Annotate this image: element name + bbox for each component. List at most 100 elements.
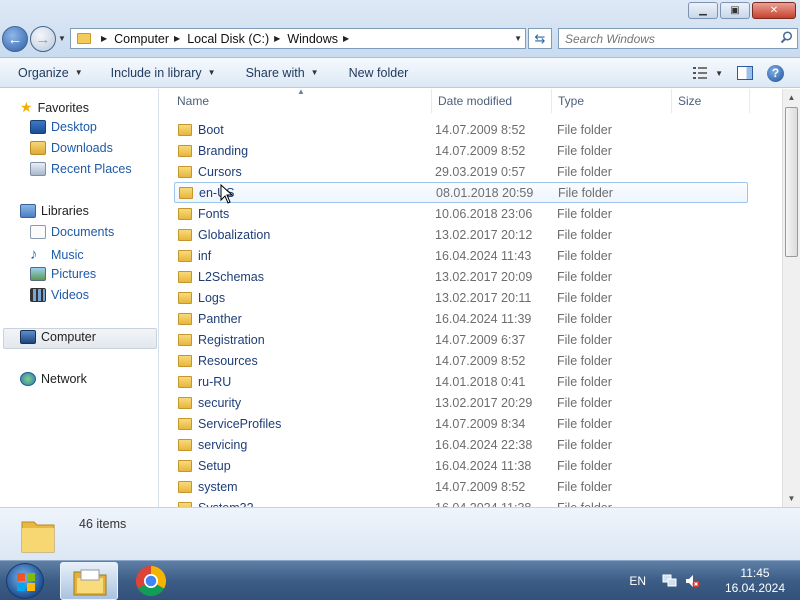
- table-row[interactable]: Fonts 10.06.2018 23:06 File folder: [174, 203, 748, 224]
- nav-network-label: Network: [41, 372, 87, 386]
- back-button[interactable]: ←: [2, 26, 28, 52]
- table-row[interactable]: inf 16.04.2024 11:43 File folder: [174, 245, 748, 266]
- table-row[interactable]: Registration 14.07.2009 6:37 File folder: [174, 329, 748, 350]
- views-dropdown-icon[interactable]: ▼: [715, 69, 723, 78]
- start-button[interactable]: [6, 563, 44, 599]
- column-header-name[interactable]: ▲ Name: [160, 89, 432, 113]
- table-row[interactable]: servicing 16.04.2024 22:38 File folder: [174, 434, 748, 455]
- nav-libraries[interactable]: Libraries: [20, 204, 89, 218]
- recent-pages-dropdown[interactable]: ▼: [58, 34, 66, 43]
- table-row[interactable]: Setup 16.04.2024 11:38 File folder: [174, 455, 748, 476]
- scroll-down-button[interactable]: ▼: [783, 490, 800, 507]
- folder-icon: [178, 249, 192, 262]
- file-date-modified: 13.02.2017 20:09: [435, 269, 533, 284]
- folder-icon: [178, 312, 192, 325]
- breadcrumb-local-disk[interactable]: Local Disk (C:): [187, 32, 269, 46]
- chevron-right-icon[interactable]: ▶: [274, 34, 280, 43]
- vertical-scrollbar[interactable]: ▲ ▼: [782, 89, 800, 507]
- chevron-right-icon[interactable]: ▶: [101, 34, 107, 43]
- table-row[interactable]: Resources 14.07.2009 8:52 File folder: [174, 350, 748, 371]
- table-row[interactable]: Logs 13.02.2017 20:11 File folder: [174, 287, 748, 308]
- volume-muted-icon[interactable]: [684, 574, 700, 588]
- sort-ascending-icon: ▲: [297, 89, 305, 96]
- clock[interactable]: 11:45 16.04.2024: [718, 566, 792, 596]
- file-name: Fonts: [198, 206, 230, 221]
- file-type: File folder: [557, 164, 612, 179]
- column-header-date[interactable]: Date modified: [432, 89, 552, 113]
- file-type: File folder: [557, 269, 612, 284]
- nav-videos[interactable]: Videos: [30, 288, 89, 302]
- nav-desktop[interactable]: Desktop: [30, 120, 97, 134]
- refresh-button[interactable]: ⇆: [528, 28, 552, 49]
- table-row[interactable]: system 14.07.2009 8:52 File folder: [174, 476, 748, 497]
- table-row[interactable]: Globalization 13.02.2017 20:12 File folder: [174, 224, 748, 245]
- taskbar-explorer-button[interactable]: [60, 562, 118, 600]
- new-folder-button[interactable]: New folder: [349, 66, 409, 80]
- folder-icon: [178, 354, 192, 367]
- breadcrumb-computer[interactable]: Computer: [114, 32, 169, 46]
- scroll-up-button[interactable]: ▲: [783, 89, 800, 106]
- address-bar[interactable]: ▶ Computer ▶ Local Disk (C:) ▶ Windows ▶…: [70, 28, 526, 49]
- include-in-library-menu[interactable]: Include in library ▼: [111, 66, 216, 80]
- table-row[interactable]: ServiceProfiles 14.07.2009 8:34 File folde…: [174, 413, 748, 434]
- file-name: ServiceProfiles: [198, 416, 282, 431]
- file-name: Globalization: [198, 227, 271, 242]
- chevron-down-icon: ▼: [310, 68, 319, 77]
- nav-favorites-label: Favorites: [37, 100, 89, 115]
- address-dropdown-icon[interactable]: ▼: [514, 34, 522, 43]
- preview-pane-icon[interactable]: [737, 66, 753, 80]
- nav-music[interactable]: ♪ Music: [30, 246, 84, 263]
- nav-documents[interactable]: Documents: [30, 225, 114, 239]
- windows-explorer-icon: [73, 569, 107, 596]
- recent-places-icon: [30, 162, 46, 176]
- column-date-label: Date modified: [438, 94, 513, 108]
- title-bar: ▁ ▣ ✕ ← → ▼ ▶ Computer ▶ Local Disk (C:)…: [0, 0, 800, 58]
- language-indicator[interactable]: EN: [629, 574, 646, 588]
- search-icon[interactable]: [780, 31, 793, 44]
- libraries-icon: [20, 204, 36, 218]
- table-row[interactable]: Boot 14.07.2009 8:52 File folder: [174, 119, 748, 140]
- table-row[interactable]: en-US 08.01.2018 20:59 File folder: [174, 182, 748, 203]
- folder-icon: [178, 480, 192, 493]
- taskbar-chrome-button[interactable]: [122, 562, 180, 600]
- minimize-button[interactable]: ▁: [688, 2, 718, 19]
- search-box[interactable]: [558, 28, 798, 49]
- maximize-button[interactable]: ▣: [720, 2, 750, 19]
- table-row[interactable]: security 13.02.2017 20:29 File folder: [174, 392, 748, 413]
- folder-icon: [178, 270, 192, 283]
- close-button[interactable]: ✕: [752, 2, 796, 19]
- nav-recent-places[interactable]: Recent Places: [30, 162, 132, 176]
- nav-pictures-label: Pictures: [51, 267, 97, 281]
- change-view-icon[interactable]: [693, 67, 708, 79]
- table-row[interactable]: Panther 16.04.2024 11:39 File folder: [174, 308, 748, 329]
- chevron-right-icon[interactable]: ▶: [174, 34, 180, 43]
- window-controls: ▁ ▣ ✕: [688, 2, 796, 19]
- forward-button[interactable]: →: [30, 26, 56, 52]
- column-header-size[interactable]: Size: [672, 89, 750, 113]
- column-header-type[interactable]: Type: [552, 89, 672, 113]
- nav-favorites[interactable]: ★ Favorites: [20, 99, 89, 116]
- network-status-icon[interactable]: [662, 574, 678, 588]
- nav-network[interactable]: Network: [20, 372, 87, 386]
- nav-pictures[interactable]: Pictures: [30, 267, 96, 281]
- videos-icon: [30, 288, 46, 302]
- taskbar: EN 11:45 16.04.2024: [0, 560, 800, 600]
- table-row[interactable]: L2Schemas 13.02.2017 20:09 File folder: [174, 266, 748, 287]
- help-icon[interactable]: ?: [767, 64, 784, 82]
- folder-icon: [178, 417, 192, 430]
- table-row[interactable]: ru-RU 14.01.2018 0:41 File folder: [174, 371, 748, 392]
- organize-menu[interactable]: Organize ▼: [18, 66, 83, 80]
- navigation-pane: ★ Favorites Desktop Downloads Recent Pla…: [0, 89, 159, 507]
- search-input[interactable]: [559, 29, 769, 48]
- scrollbar-thumb[interactable]: [785, 107, 798, 257]
- file-type: File folder: [557, 332, 612, 347]
- table-row[interactable]: Cursors 29.03.2019 0:57 File folder: [174, 161, 748, 182]
- nav-computer[interactable]: Computer: [20, 330, 96, 344]
- nav-downloads[interactable]: Downloads: [30, 141, 113, 155]
- share-with-menu[interactable]: Share with ▼: [246, 66, 319, 80]
- table-row[interactable]: Branding 14.07.2009 8:52 File folder: [174, 140, 748, 161]
- breadcrumb-windows[interactable]: Windows: [287, 32, 338, 46]
- chevron-right-icon[interactable]: ▶: [343, 34, 349, 43]
- file-type: File folder: [557, 290, 612, 305]
- table-row[interactable]: System3216.04.2024 11:38File folder: [174, 497, 748, 507]
